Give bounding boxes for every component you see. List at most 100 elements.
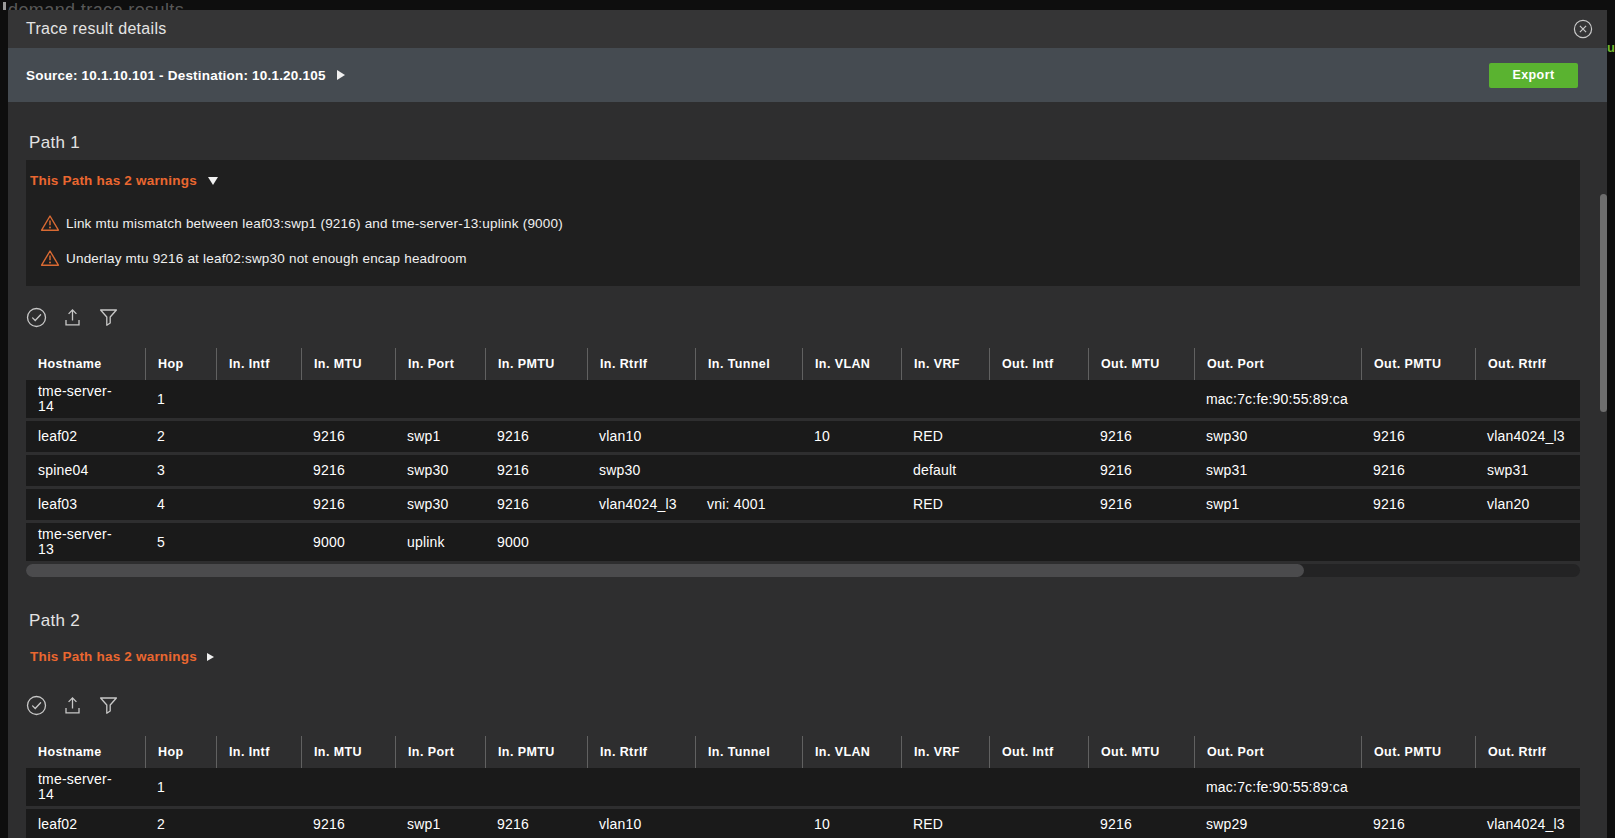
cell-out_pmtu: 9216: [1361, 813, 1475, 836]
cell-out_port: swp31: [1194, 459, 1361, 482]
cell-out_port: [1194, 538, 1361, 546]
cell-hop: 5: [145, 531, 216, 554]
cell-hop: 4: [145, 493, 216, 516]
column-header[interactable]: In. VRF: [901, 348, 989, 380]
column-header[interactable]: In. Intf: [216, 348, 301, 380]
check-circle-icon[interactable]: [26, 307, 47, 328]
check-circle-icon[interactable]: [26, 695, 47, 716]
cell-in_tunnel: [695, 467, 802, 475]
column-header[interactable]: In. Intf: [216, 736, 301, 768]
column-header[interactable]: In. RtrIf: [587, 736, 695, 768]
cell-in_vlan: 10: [802, 813, 901, 836]
horizontal-scrollbar-thumb[interactable]: [26, 564, 1304, 577]
cell-in_tunnel: [695, 433, 802, 441]
cell-in_mtu: [301, 395, 395, 403]
cell-in_mtu: 9000: [301, 531, 395, 554]
column-header[interactable]: Out. Intf: [989, 348, 1088, 380]
column-header[interactable]: In. Port: [395, 736, 485, 768]
cell-in_vrf: [901, 783, 989, 791]
column-header[interactable]: In. Tunnel: [695, 736, 802, 768]
expand-arrow-icon: [207, 653, 214, 661]
cell-in_pmtu: [485, 395, 587, 403]
cell-in_vrf: RED: [901, 813, 989, 836]
cell-in_rtrif: vlan10: [587, 425, 695, 448]
source-destination-bar: Source: 10.1.10.101 - Destination: 10.1.…: [8, 48, 1607, 102]
column-header[interactable]: Out. Port: [1194, 348, 1361, 380]
cell-in_mtu: 9216: [301, 493, 395, 516]
cell-hostname: tme-server- 14: [26, 380, 145, 418]
column-header[interactable]: Out. Intf: [989, 736, 1088, 768]
column-header[interactable]: Hostname: [26, 736, 145, 768]
column-header[interactable]: Out. RtrIf: [1475, 348, 1580, 380]
column-header[interactable]: In. PMTU: [485, 348, 587, 380]
cell-in_intf: [216, 821, 301, 829]
cell-out_mtu: [1088, 395, 1194, 403]
cell-in_vrf: [901, 538, 989, 546]
column-header[interactable]: Out. RtrIf: [1475, 736, 1580, 768]
collapse-arrow-icon: [208, 177, 218, 185]
column-header[interactable]: Out. MTU: [1088, 348, 1194, 380]
cell-out_rtrif: swp31: [1475, 459, 1580, 482]
cell-in_rtrif: vlan10: [587, 813, 695, 836]
cell-in_pmtu: 9000: [485, 531, 587, 554]
cell-in_intf: [216, 783, 301, 791]
column-header[interactable]: Hop: [145, 348, 216, 380]
cell-in_mtu: 9216: [301, 425, 395, 448]
column-header[interactable]: In. VLAN: [802, 736, 901, 768]
cell-in_rtrif: [587, 783, 695, 791]
cell-in_vlan: [802, 467, 901, 475]
cell-in_pmtu: 9216: [485, 459, 587, 482]
table-toolbar: [26, 306, 1580, 328]
column-header[interactable]: In. PMTU: [485, 736, 587, 768]
expand-arrow-icon[interactable]: [337, 70, 345, 80]
column-header[interactable]: Hostname: [26, 348, 145, 380]
column-header[interactable]: Out. PMTU: [1361, 348, 1475, 380]
path-warnings-summary[interactable]: This Path has 2 warnings: [30, 648, 1580, 666]
cell-out_mtu: 9216: [1088, 813, 1194, 836]
column-header[interactable]: In. VLAN: [802, 348, 901, 380]
cell-out_port: mac:7c:fe:90:55:89:ca: [1194, 388, 1361, 411]
column-header[interactable]: In. MTU: [301, 348, 395, 380]
trace-hops-table: HostnameHopIn. IntfIn. MTUIn. PortIn. PM…: [26, 348, 1580, 561]
cell-out_mtu: 9216: [1088, 493, 1194, 516]
cell-out_mtu: [1088, 783, 1194, 791]
column-header[interactable]: In. RtrIf: [587, 348, 695, 380]
close-icon[interactable]: [1573, 19, 1593, 39]
filter-icon[interactable]: [98, 307, 119, 328]
table-row: leaf0349216swp309216vlan4024_l3vni: 4001…: [26, 489, 1580, 520]
column-header[interactable]: Hop: [145, 736, 216, 768]
column-header[interactable]: In. Port: [395, 348, 485, 380]
cell-out_pmtu: [1361, 783, 1475, 791]
column-header[interactable]: In. Tunnel: [695, 348, 802, 380]
column-header[interactable]: Out. MTU: [1088, 736, 1194, 768]
cell-hostname: tme-server- 13: [26, 523, 145, 561]
cell-in_vlan: [802, 395, 901, 403]
table-row: leaf0229216swp19216vlan1010RED9216swp309…: [26, 421, 1580, 452]
column-header[interactable]: In. MTU: [301, 736, 395, 768]
cell-out_intf: [989, 395, 1088, 403]
cell-in_pmtu: 9216: [485, 813, 587, 836]
path-warnings-summary[interactable]: This Path has 2 warnings: [30, 172, 1580, 190]
cell-out_port: mac:7c:fe:90:55:89:ca: [1194, 776, 1361, 799]
cell-out_rtrif: vlan20: [1475, 493, 1580, 516]
column-header[interactable]: Out. Port: [1194, 736, 1361, 768]
column-header[interactable]: Out. PMTU: [1361, 736, 1475, 768]
background-page-title: demand trace results: [8, 0, 184, 10]
vertical-scrollbar-thumb[interactable]: [1600, 194, 1607, 412]
upload-icon[interactable]: [63, 695, 82, 716]
cell-in_port: swp30: [395, 493, 485, 516]
path-section-2: Path 2 This Path has 2 warnings HostnameHo…: [26, 611, 1580, 838]
filter-icon[interactable]: [98, 695, 119, 716]
horizontal-scrollbar[interactable]: [26, 564, 1580, 577]
export-button[interactable]: Export: [1489, 63, 1578, 88]
cell-out_rtrif: vlan4024_l3: [1475, 425, 1580, 448]
column-header[interactable]: In. VRF: [901, 736, 989, 768]
cell-out_intf: [989, 433, 1088, 441]
warning-triangle-icon: [40, 214, 60, 232]
upload-icon[interactable]: [63, 307, 82, 328]
trace-result-details-modal: Trace result details Source: 10.1.10.101…: [8, 10, 1607, 838]
cell-out_intf: [989, 821, 1088, 829]
cell-in_vrf: default: [901, 459, 989, 482]
path-title: Path 2: [29, 611, 1580, 630]
warning-message: Link mtu mismatch between leaf03:swp1 (9…: [26, 213, 1580, 233]
